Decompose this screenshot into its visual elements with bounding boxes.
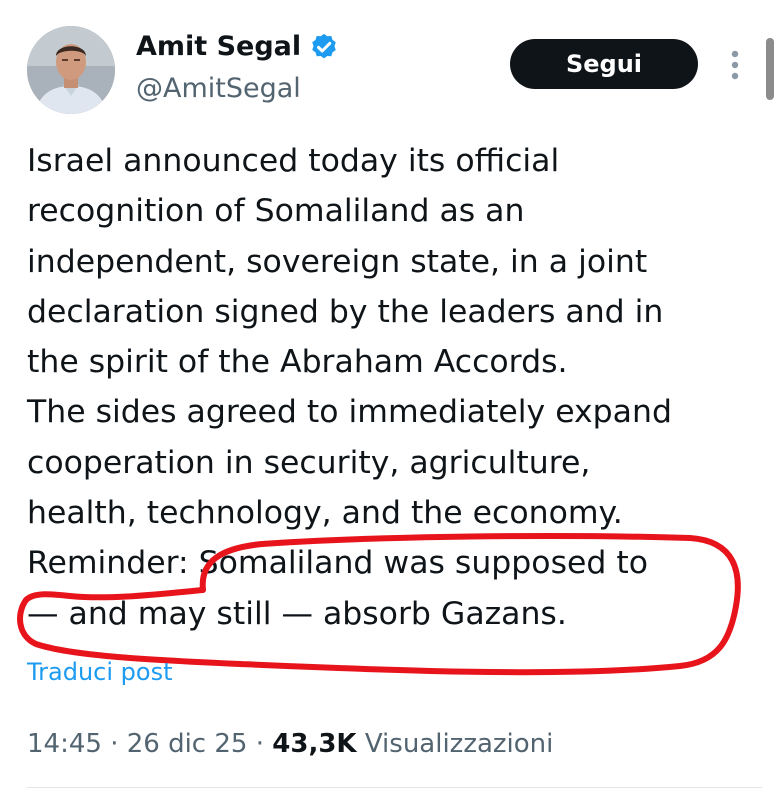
avatar[interactable] bbox=[27, 26, 115, 114]
tweet-line: the spirit of the Abraham Accords. bbox=[27, 344, 568, 381]
author-handle[interactable]: @AmitSegal bbox=[136, 72, 301, 106]
tweet-line: Reminder: Somaliland was supposed to bbox=[27, 545, 648, 582]
tweet-line: — and may still — absorb Gazans. bbox=[27, 595, 567, 632]
scrollbar-thumb[interactable] bbox=[766, 38, 774, 100]
meta-separator: · bbox=[255, 729, 264, 759]
follow-button[interactable]: Segui bbox=[510, 39, 698, 89]
author-display-name[interactable]: Amit Segal bbox=[136, 30, 301, 64]
tweet-line: recognition of Somaliland as an bbox=[27, 193, 525, 230]
tweet-meta: 14:45 · 26 dic 25 · 43,3K Visualizzazion… bbox=[27, 726, 553, 762]
divider bbox=[27, 787, 762, 788]
tweet-line: declaration signed by the leaders and in bbox=[27, 293, 664, 330]
verified-badge-icon[interactable] bbox=[309, 32, 339, 62]
tweet-line: The sides agreed to immediately expand bbox=[27, 394, 672, 431]
meta-separator: · bbox=[110, 729, 119, 759]
tweet-line: independent, sovereign state, in a joint bbox=[27, 243, 648, 280]
translate-post-link[interactable]: Traduci post bbox=[27, 656, 172, 688]
more-vertical-icon[interactable] bbox=[722, 45, 748, 85]
author-name-row[interactable]: Amit Segal bbox=[136, 30, 339, 64]
tweet-time[interactable]: 14:45 bbox=[27, 729, 102, 759]
avatar-image bbox=[27, 26, 115, 114]
tweet-date[interactable]: 26 dic 25 bbox=[127, 729, 248, 759]
tweet-line: health, technology, and the economy. bbox=[27, 495, 623, 532]
tweet-text: Israel announced today its official reco… bbox=[27, 136, 762, 639]
tweet-line: cooperation in security, agriculture, bbox=[27, 444, 591, 481]
tweet-line: Israel announced today its official bbox=[27, 143, 560, 179]
views-count: 43,3K bbox=[272, 729, 357, 759]
views-label: Visualizzazioni bbox=[364, 729, 554, 759]
